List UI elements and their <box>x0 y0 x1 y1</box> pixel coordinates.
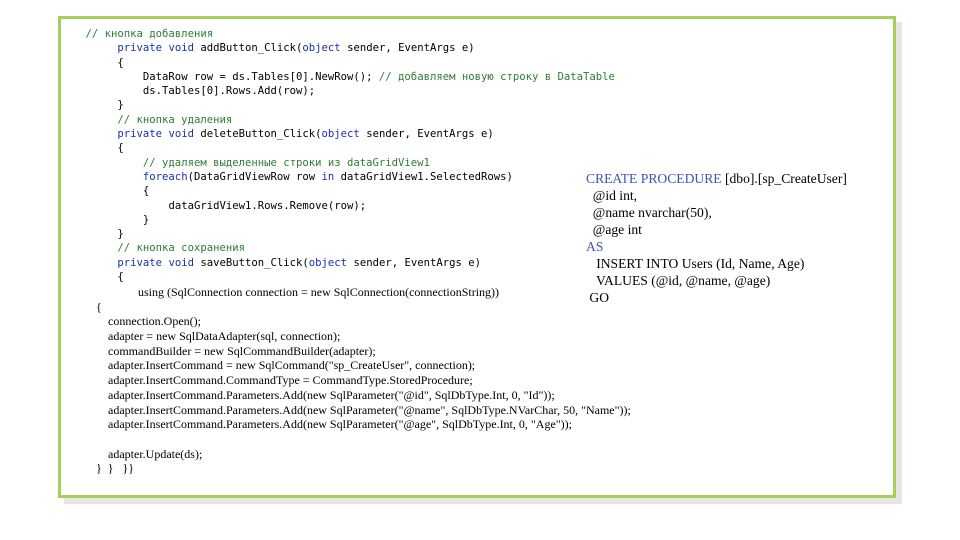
code-line: { <box>60 184 615 198</box>
sql-text: [dbo].[sp_CreateUser] <box>721 171 847 186</box>
sql-line: CREATE PROCEDURE [dbo].[sp_CreateUser] <box>586 170 847 187</box>
code-text: dataGridView1.Rows.Remove(row); <box>168 199 367 212</box>
code-line: private void addButton_Click(object send… <box>60 41 615 55</box>
code-keyword: private <box>117 256 163 269</box>
sql-text: @name nvarchar(50), <box>586 205 712 220</box>
serif-code-line: adapter.InsertCommand.CommandType = Comm… <box>96 373 473 388</box>
code-line: ds.Tables[0].Rows.Add(row); <box>60 84 615 98</box>
code-line: // кнопка сохранения <box>60 241 615 255</box>
code-line: } <box>60 227 615 241</box>
serif-code-line: adapter.Update(ds); <box>96 446 203 461</box>
sql-line: AS <box>586 238 847 255</box>
code-keyword: void <box>168 128 194 141</box>
code-text: saveButton_Click( <box>193 256 309 269</box>
code-line: { <box>60 141 615 155</box>
code-keyword: void <box>168 42 194 55</box>
code-line: private void saveButton_Click(object sen… <box>60 256 615 270</box>
code-line: foreach(DataGridViewRow row in dataGridV… <box>60 170 615 184</box>
serif-code-line: { <box>96 299 102 314</box>
sql-line: @name nvarchar(50), <box>586 204 847 221</box>
code-keyword: object <box>302 42 341 55</box>
code-keyword: private <box>117 128 163 141</box>
code-text: sender, EventArgs e) <box>340 42 475 55</box>
serif-code-line <box>96 432 631 447</box>
serif-code-line: adapter.InsertCommand.Parameters.Add(new… <box>96 387 555 402</box>
serif-code-line: using (SqlConnection connection = new Sq… <box>96 285 500 299</box>
serif-code-line: adapter.InsertCommand = new SqlCommand("… <box>96 358 476 373</box>
code-line: { <box>60 270 615 284</box>
sql-line: @id int, <box>586 187 847 204</box>
code-text: addButton_Click( <box>193 42 303 55</box>
code-comment: // добавляем новую строку в DataTable <box>378 70 615 83</box>
code-line: // удаляем выделенные строки из dataGrid… <box>60 156 615 170</box>
sql-line: INSERT INTO Users (Id, Name, Age) <box>586 255 847 272</box>
code-line: DataRow row = ds.Tables[0].NewRow(); // … <box>60 70 615 84</box>
sql-line: GO <box>586 289 847 306</box>
sql-line: @age int <box>586 221 847 238</box>
code-text: { <box>142 185 150 198</box>
csharp-serif-code-block: using (SqlConnection connection = new Sq… <box>96 285 631 476</box>
serif-code-line: adapter.InsertCommand.Parameters.Add(new… <box>96 417 573 432</box>
code-text: sender, EventArgs e) <box>359 128 494 141</box>
sql-procedure-block: CREATE PROCEDURE [dbo].[sp_CreateUser] @… <box>586 170 847 306</box>
sql-text: INSERT INTO Users (Id, Name, Age) <box>586 256 805 271</box>
code-line: private void deleteButton_Click(object s… <box>60 127 615 141</box>
code-keyword: foreach <box>142 170 188 183</box>
code-keyword: in <box>321 170 335 183</box>
code-text: (DataGridViewRow row <box>187 170 322 183</box>
code-line: dataGridView1.Rows.Remove(row); <box>60 199 615 213</box>
serif-code-line: adapter.InsertCommand.Parameters.Add(new… <box>96 402 631 417</box>
code-keyword: private <box>117 42 163 55</box>
sql-keyword: CREATE PROCEDURE <box>586 171 722 186</box>
code-text: { <box>117 271 124 284</box>
code-keyword: object <box>308 256 348 269</box>
serif-code-line: connection.Open(); <box>96 314 201 329</box>
code-text: } <box>117 228 124 241</box>
code-text: sender, EventArgs e) <box>347 256 481 269</box>
code-text: ds.Tables[0].Rows.Add(row); <box>142 85 316 98</box>
code-text: } <box>142 213 150 226</box>
code-text: dataGridView1.SelectedRows) <box>334 170 513 183</box>
code-comment: // кнопка добавления <box>85 28 214 40</box>
code-keyword: void <box>168 256 194 269</box>
code-comment: // удаляем выделенные строки из dataGrid… <box>142 156 430 169</box>
sql-text: GO <box>586 290 610 305</box>
code-text: deleteButton_Click( <box>193 128 322 141</box>
code-line: } <box>60 213 615 227</box>
sql-text: @id int, <box>586 188 638 203</box>
serif-code-line: commandBuilder = new SqlCommandBuilder(a… <box>96 343 376 358</box>
code-line: { <box>60 56 615 70</box>
serif-code-line: adapter = new SqlDataAdapter(sql, connec… <box>96 329 341 344</box>
serif-code-line: } } }} <box>96 461 135 476</box>
sql-line: VALUES (@id, @name, @age) <box>586 272 847 289</box>
code-text: { <box>117 142 124 155</box>
sql-keyword: AS <box>586 239 604 254</box>
code-comment: // кнопка сохранения <box>117 242 245 255</box>
code-line: // кнопка добавления <box>60 27 615 41</box>
code-line: // кнопка удаления <box>60 113 615 127</box>
code-line: } <box>60 98 615 112</box>
sql-text: @age int <box>586 222 642 237</box>
code-text: } <box>117 99 124 112</box>
code-text: DataRow row = ds.Tables[0].NewRow(); <box>142 70 379 83</box>
code-comment: // кнопка удаления <box>117 113 233 126</box>
sql-text: VALUES (@id, @name, @age) <box>586 273 771 288</box>
csharp-code-block: // кнопка добавления private void addBut… <box>60 27 615 284</box>
code-text: { <box>117 56 124 69</box>
code-keyword: object <box>321 128 360 141</box>
